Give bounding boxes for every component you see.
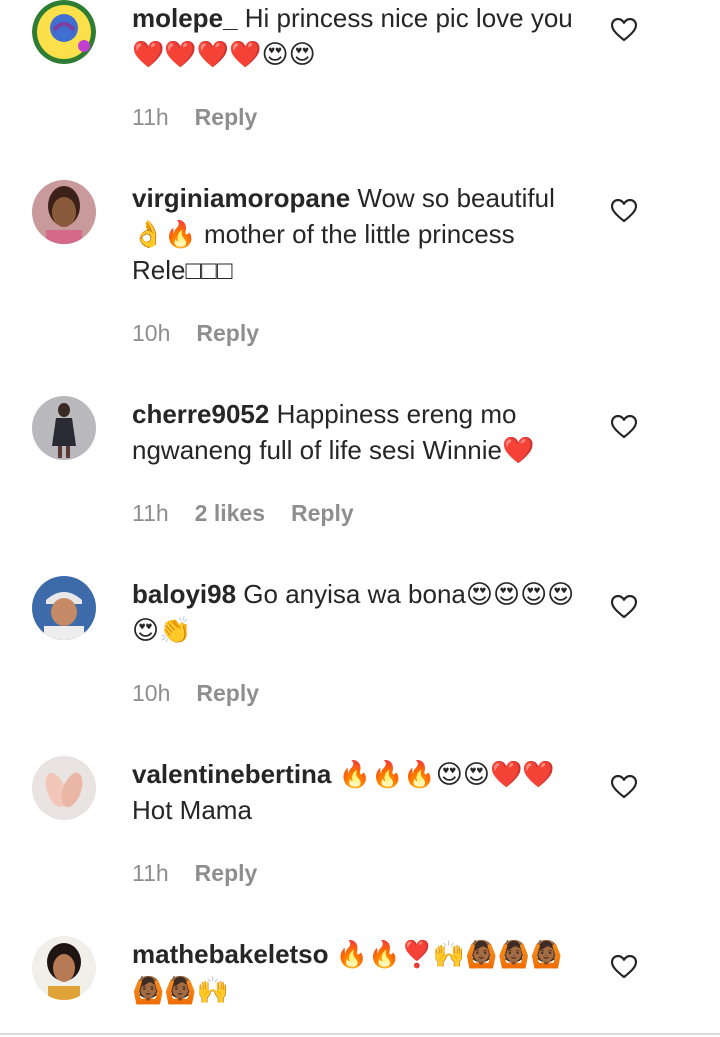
- reply-button[interactable]: Reply: [195, 860, 258, 886]
- bottom-divider: [0, 1033, 720, 1035]
- comment-time: 11h: [132, 104, 169, 130]
- comment-text: mathebakeletso 🔥🔥❣️🙌🙆🏾🙆🏾🙆🏾🙆🏾🙆🏾🙌: [132, 936, 587, 1008]
- comment-text: virginiamoropane Wow so beautiful 👌🔥 mot…: [132, 180, 587, 288]
- comment-meta: 10h Reply: [132, 678, 285, 708]
- comment-username[interactable]: virginiamoropane: [132, 183, 350, 213]
- comment-meta: 10h Reply: [132, 318, 285, 348]
- comment-text: valentinebertina 🔥🔥🔥😍😍❤️❤️Hot Mama: [132, 756, 587, 828]
- comment-text: baloyi98 Go anyisa wa bona😍😍😍😍😍👏: [132, 576, 587, 648]
- heart-outline-icon[interactable]: [610, 17, 638, 42]
- comment-time: 10h: [132, 320, 171, 346]
- heart-outline-icon[interactable]: [610, 954, 638, 979]
- reply-button[interactable]: Reply: [195, 104, 258, 130]
- comment-username[interactable]: baloyi98: [132, 579, 236, 609]
- comment-avatar[interactable]: [32, 180, 96, 244]
- comment-time: 10h: [132, 680, 171, 706]
- comment-avatar[interactable]: [32, 756, 96, 820]
- comment-username[interactable]: valentinebertina: [132, 759, 331, 789]
- comment-avatar[interactable]: [32, 576, 96, 640]
- heart-outline-icon[interactable]: [610, 774, 638, 799]
- comment-time: 11h: [132, 860, 169, 886]
- comment-meta: 11h Reply: [132, 858, 283, 888]
- comment-meta: 11h Reply: [132, 102, 283, 132]
- comment-username[interactable]: mathebakeletso: [132, 939, 329, 969]
- likes-count[interactable]: 2 likes: [195, 500, 265, 526]
- comment-avatar[interactable]: [32, 396, 96, 460]
- heart-outline-icon[interactable]: [610, 198, 638, 223]
- reply-button[interactable]: Reply: [291, 500, 354, 526]
- comment-avatar[interactable]: [32, 936, 96, 1000]
- comment-time: 11h: [132, 500, 169, 526]
- reply-button[interactable]: Reply: [196, 320, 259, 346]
- comment-avatar[interactable]: [32, 0, 96, 64]
- comment-text: molepe_ Hi princess nice pic love you ❤️…: [132, 0, 587, 72]
- comment-username[interactable]: molepe_: [132, 3, 238, 33]
- comment-username[interactable]: cherre9052: [132, 399, 269, 429]
- reply-button[interactable]: Reply: [196, 680, 259, 706]
- heart-outline-icon[interactable]: [610, 594, 638, 619]
- comment-text: cherre9052 Happiness ereng mo ngwaneng f…: [132, 396, 587, 468]
- heart-outline-icon[interactable]: [610, 414, 638, 439]
- comment-meta: 11h 2 likes Reply: [132, 498, 380, 528]
